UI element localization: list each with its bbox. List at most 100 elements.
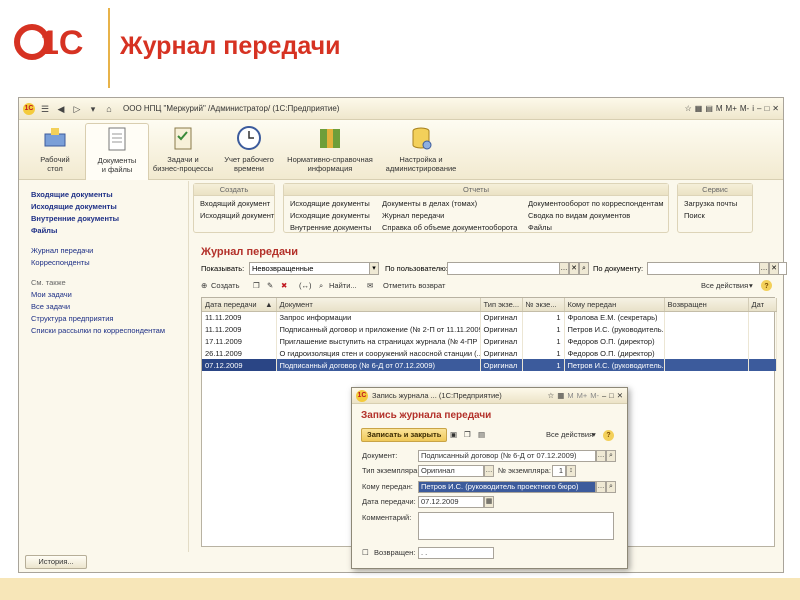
section-documents[interactable]: Документы и файлы (85, 123, 149, 180)
star-icon[interactable]: ☆ (548, 391, 555, 400)
report-by-kinds[interactable]: Сводка по видам документов (528, 210, 630, 222)
nav-item-my-tasks[interactable]: Мои задачи (19, 289, 188, 301)
calc-icon[interactable]: ▤ (705, 104, 713, 113)
col-to-whom[interactable]: Кому передан (564, 298, 665, 312)
forward-icon[interactable]: ▷ (71, 103, 83, 115)
edit-icon[interactable]: ✎ (267, 279, 273, 293)
nav-item-incoming[interactable]: Входящие документы (19, 189, 188, 201)
maximize-icon[interactable]: □ (764, 104, 769, 113)
cmd-incoming-doc[interactable]: Входящий документ (200, 198, 270, 210)
col-document[interactable]: Документ (276, 298, 481, 312)
col-copy-num[interactable]: № экзе... (522, 298, 565, 312)
select-button[interactable]: … (484, 465, 494, 477)
minimize-icon[interactable]: – (602, 391, 606, 400)
table-row[interactable]: 11.11.2009 Запрос информации Оригинал 1 … (202, 311, 777, 323)
nav-item-correspondents[interactable]: Корреспонденты (19, 257, 188, 269)
menu-icon[interactable]: ☰ (39, 103, 51, 115)
document-field[interactable]: Подписанный договор (№ 6-Д от 07.12.2009… (418, 450, 596, 462)
chevron-down-icon[interactable]: ▾ (749, 279, 753, 293)
all-actions-button[interactable]: Все действия (546, 429, 593, 441)
copy-type-field[interactable]: Оригинал (418, 465, 484, 477)
report-files[interactable]: Файлы (528, 222, 552, 234)
table-row[interactable]: 11.11.2009 Подписанный договор и приложе… (202, 323, 777, 335)
home-icon[interactable]: ⌂ (103, 103, 115, 115)
table-row[interactable]: 17.11.2009 Приглашение выступить на стра… (202, 335, 777, 347)
all-actions-button[interactable]: Все действия (701, 279, 748, 293)
date-field[interactable]: 07.12.2009 (418, 496, 484, 508)
to-field[interactable]: Петров И.С. (руководитель проектного бюр… (418, 481, 596, 493)
report-journal[interactable]: Журнал передачи (382, 210, 444, 222)
chevron-down-icon[interactable]: ▾ (369, 262, 379, 275)
report-volume[interactable]: Справка об объеме документооборота (382, 222, 517, 234)
section-time[interactable]: Учет рабочего времени (219, 124, 279, 173)
select-button[interactable]: … (759, 262, 769, 275)
section-admin[interactable]: Настройка и администрирование (379, 124, 463, 173)
nav-item-mailing-lists[interactable]: Списки рассылки по корреспондентам (19, 325, 188, 337)
chevron-down-icon[interactable]: ▾ (592, 429, 596, 441)
report-outgoing[interactable]: Исходящие документы (290, 198, 370, 210)
stepper-icon[interactable]: ↕ (566, 465, 576, 477)
history-button[interactable]: История... (25, 555, 87, 569)
select-button[interactable]: … (596, 481, 606, 493)
show-select[interactable]: Невозвращенные (249, 262, 379, 275)
minimize-icon[interactable]: – (757, 104, 761, 113)
help-icon[interactable]: ? (761, 280, 772, 291)
calendar-icon[interactable]: ▦ (484, 496, 494, 508)
memory-button[interactable]: М (716, 104, 723, 113)
comment-field[interactable] (418, 512, 614, 540)
nav-item-internal[interactable]: Внутренние документы (19, 213, 188, 225)
save-close-button[interactable]: Записать и закрыть (361, 428, 448, 442)
report-in-cases[interactable]: Документы в делах (томах) (382, 198, 477, 210)
report-by-correspondents[interactable]: Документооборот по корреспондентам (528, 198, 664, 210)
copy-num-field[interactable]: 1 (552, 465, 566, 477)
print-icon[interactable]: ▤ (478, 429, 485, 441)
search-icon[interactable]: ⌕ (606, 450, 616, 462)
nav-item-structure[interactable]: Структура предприятия (19, 313, 188, 325)
returned-date-field[interactable]: . . (418, 547, 494, 559)
section-desktop[interactable]: Рабочий стол (33, 124, 77, 173)
delete-icon[interactable]: ✖ (281, 279, 287, 293)
table-row-selected[interactable]: 07.12.2009 Подписанный договор (№ 6-Д от… (202, 359, 777, 371)
back-icon[interactable]: ◀ (55, 103, 67, 115)
section-reference[interactable]: Нормативно-справочная информация (285, 124, 375, 173)
nav-item-files[interactable]: Файлы (19, 225, 188, 237)
memory-minus-button[interactable]: М- (740, 104, 749, 113)
info-icon[interactable]: i (752, 104, 754, 113)
memory-plus-button[interactable]: М+ (726, 104, 737, 113)
select-button[interactable]: … (559, 262, 569, 275)
report-internal[interactable]: Внутренние документы (290, 222, 371, 234)
service-search[interactable]: Поиск (684, 210, 705, 222)
save-icon[interactable]: ▣ (450, 429, 457, 441)
col-date-2[interactable]: Дат (748, 298, 777, 312)
select-button[interactable]: … (596, 450, 606, 462)
returned-checkbox[interactable]: ☐ (362, 547, 369, 559)
star-icon[interactable]: ☆ (685, 104, 692, 113)
mark-return-icon[interactable]: ✉ (367, 279, 373, 293)
find-button[interactable]: Найти... (329, 279, 357, 293)
memory-minus-button[interactable]: М- (590, 391, 599, 400)
copy-icon[interactable]: ❐ (253, 279, 260, 293)
calendar-icon[interactable]: ▦ (695, 104, 703, 113)
create-icon[interactable]: ⊕ (201, 279, 207, 293)
search-icon[interactable]: ⌕ (606, 481, 616, 493)
close-icon[interactable]: ✕ (772, 104, 779, 113)
nav-item-all-tasks[interactable]: Все задачи (19, 301, 188, 313)
copy-icon[interactable]: ❐ (464, 429, 471, 441)
service-load-mail[interactable]: Загрузка почты (684, 198, 737, 210)
help-icon[interactable]: ? (603, 430, 614, 441)
col-copy-type[interactable]: Тип экзе... (480, 298, 523, 312)
clear-icon[interactable]: ✕ (569, 262, 579, 275)
nav-item-journal[interactable]: Журнал передачи (19, 245, 188, 257)
maximize-icon[interactable]: □ (609, 391, 614, 400)
close-icon[interactable]: ✕ (617, 391, 623, 400)
nav-item-outgoing[interactable]: Исходящие документы (19, 201, 188, 213)
link-icon[interactable]: (↔) (299, 279, 312, 293)
memory-button[interactable]: М (567, 391, 573, 400)
cmd-outgoing-doc[interactable]: Исходящий документ (200, 210, 274, 222)
calendar-icon[interactable]: ▦ (557, 391, 564, 400)
chevron-down-icon[interactable]: ▾ (87, 103, 99, 115)
memory-plus-button[interactable]: М+ (577, 391, 588, 400)
find-icon[interactable]: ⌕ (319, 279, 323, 293)
report-outgoing-2[interactable]: Исходящие документы (290, 210, 370, 222)
mark-return-button[interactable]: Отметить возврат (383, 279, 445, 293)
